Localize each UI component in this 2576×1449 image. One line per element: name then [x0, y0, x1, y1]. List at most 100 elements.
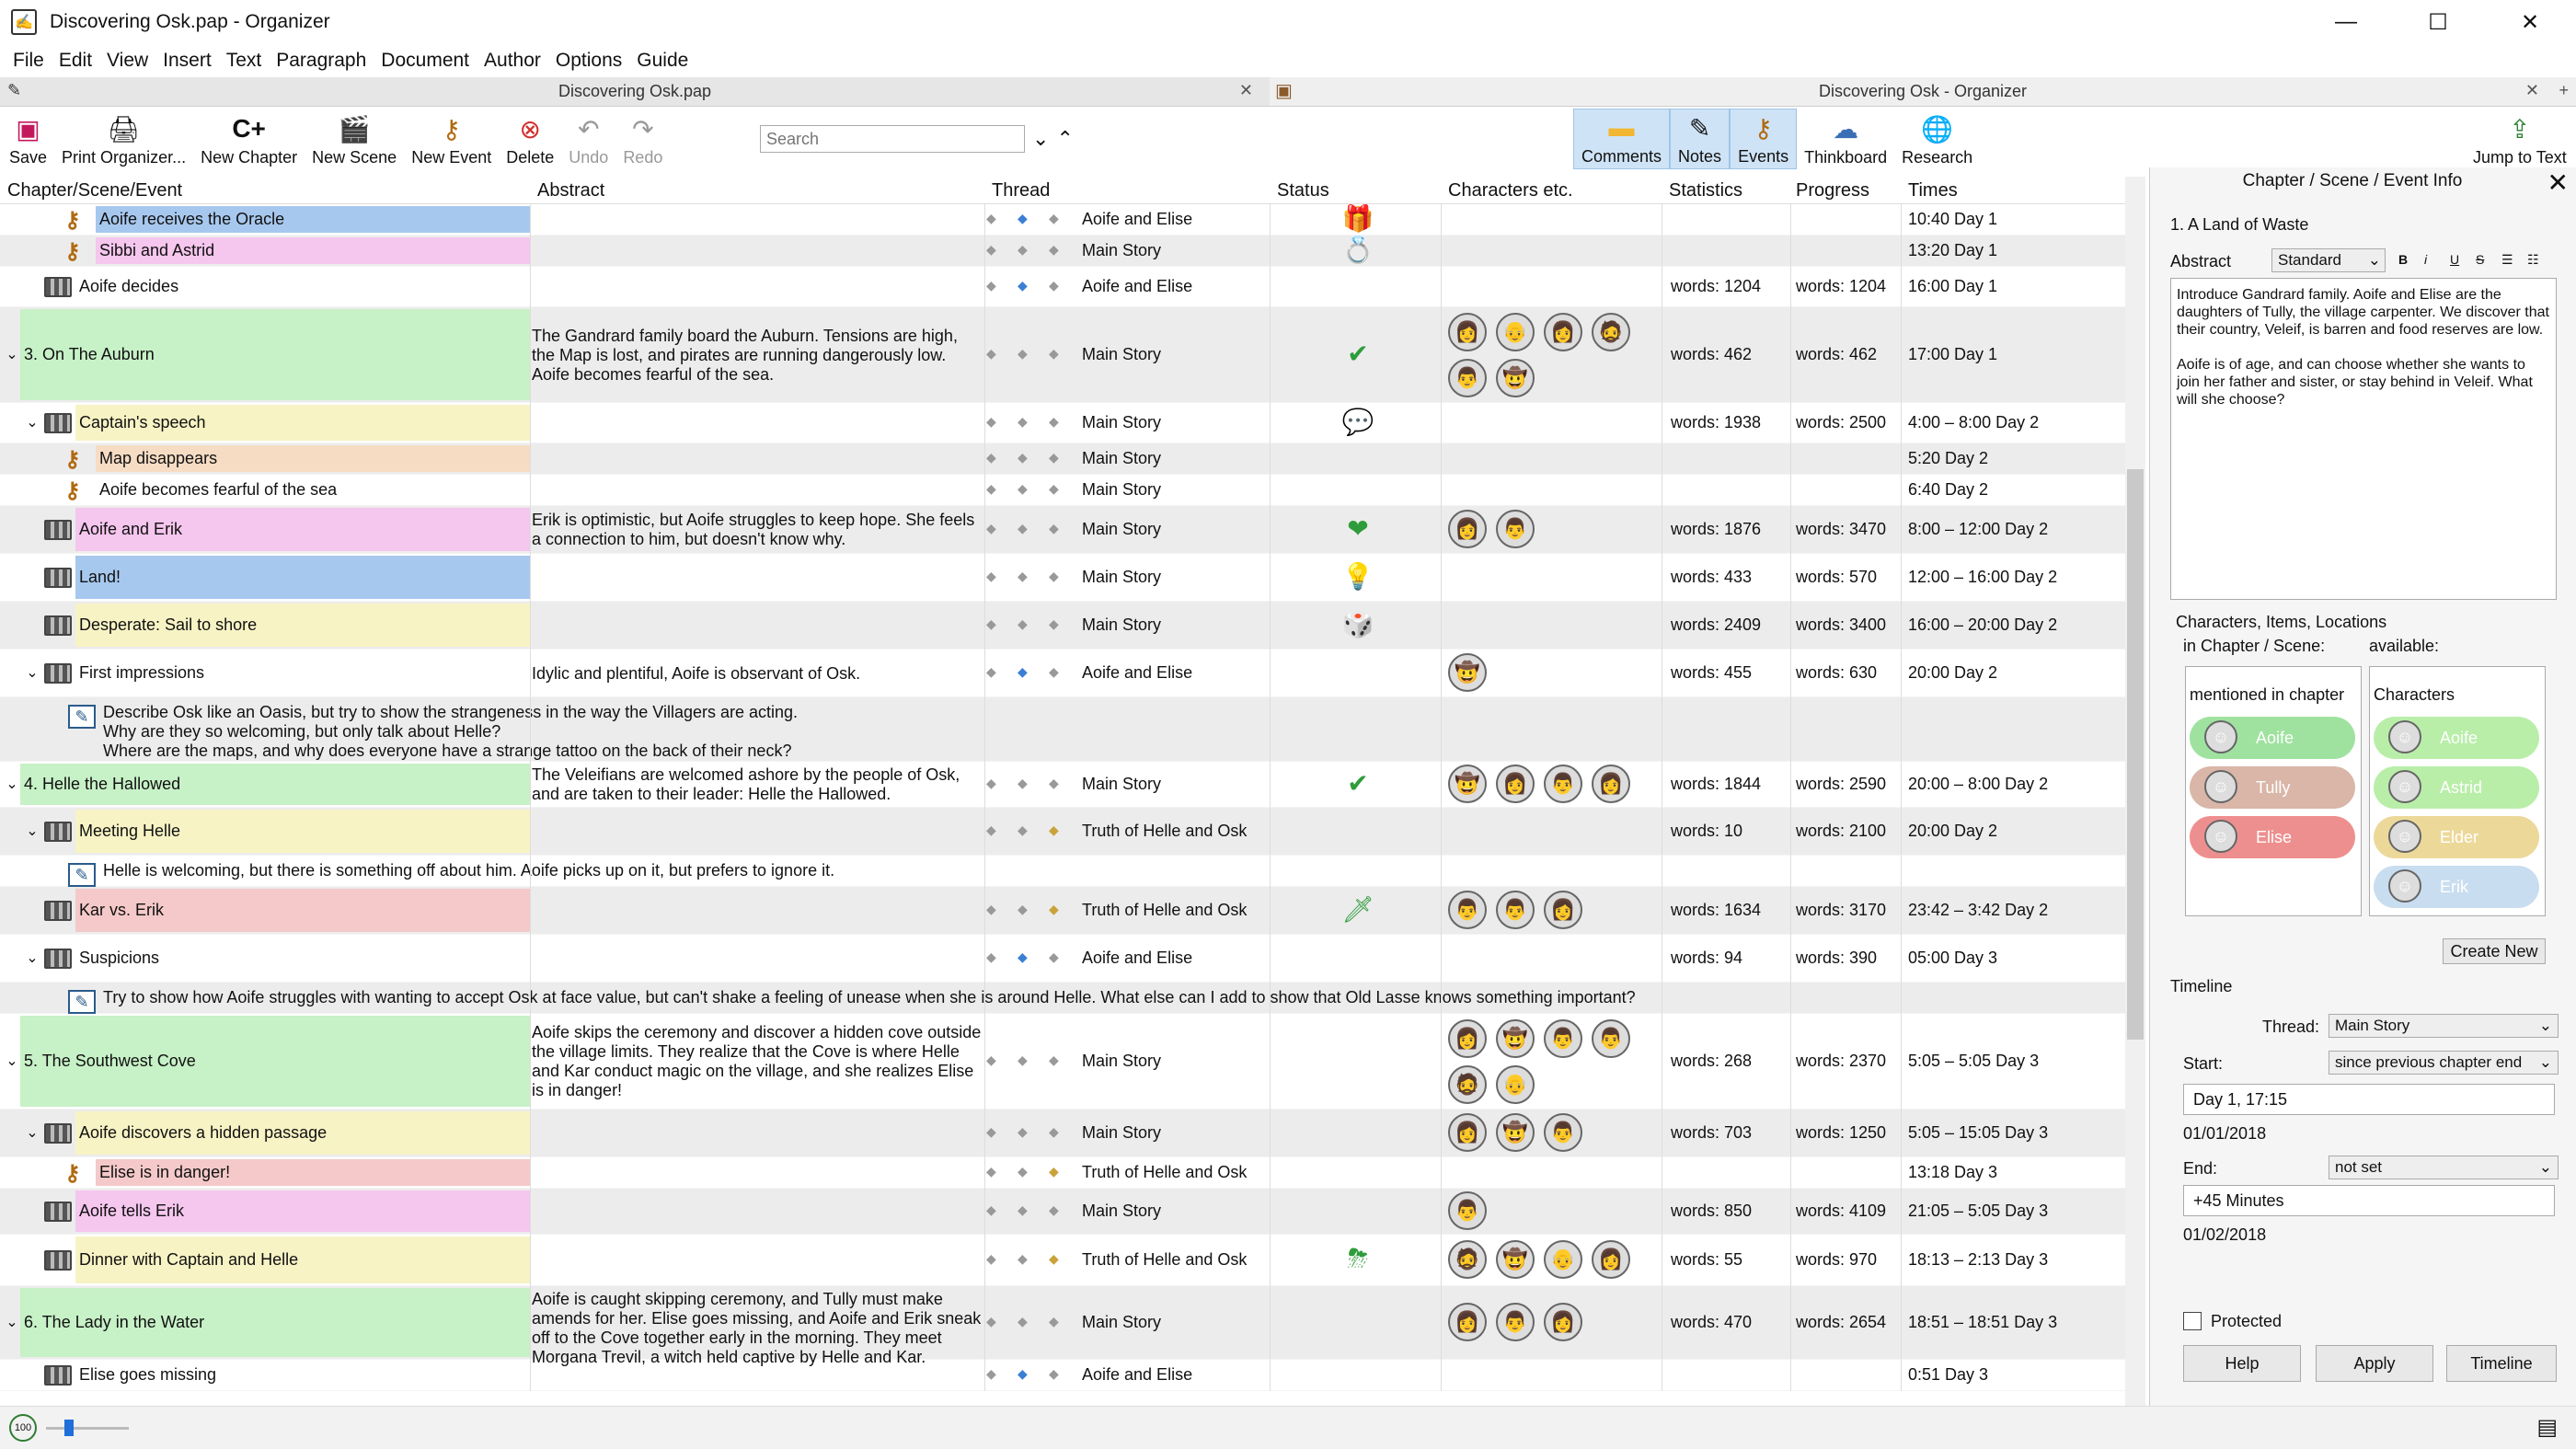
- character-chip[interactable]: ☺ Elder: [2374, 816, 2539, 858]
- thread-marker-icon[interactable]: ◆: [1049, 481, 1059, 497]
- character-avatar[interactable]: 👩: [1448, 1303, 1487, 1341]
- thread-marker-icon[interactable]: ◆: [1049, 346, 1059, 362]
- item-name[interactable]: Elise goes missing: [79, 1365, 216, 1385]
- menu-view[interactable]: View: [99, 50, 155, 72]
- scene-row[interactable]: Land! ◆ ◆ ◆ Main Story 💡 words: 433 words: 570 1…: [0, 554, 2125, 602]
- event-row[interactable]: ⚷ Map disappears ◆ ◆ ◆ Main Story 5:20 Day 2: [0, 443, 2125, 475]
- thread-marker-icon[interactable]: ◆: [1049, 949, 1059, 965]
- thread-marker-icon[interactable]: ◆: [986, 481, 996, 497]
- note-row[interactable]: ✎ Describe Osk like an Oasis, but try to …: [0, 697, 2125, 762]
- add-tab-icon[interactable]: +: [2559, 81, 2569, 100]
- character-avatar[interactable]: 👩: [1592, 1240, 1630, 1279]
- chapter-row[interactable]: ⌄ 5. The Southwest Cove Aoife skips the ce…: [0, 1014, 2125, 1110]
- character-avatar[interactable]: 👩: [1544, 1303, 1582, 1341]
- item-name[interactable]: Meeting Helle: [79, 822, 180, 841]
- character-avatar[interactable]: 👨: [1448, 359, 1487, 397]
- thinkboard-button[interactable]: ☁ Thinkboard: [1797, 109, 1894, 169]
- search-input[interactable]: [760, 125, 1025, 153]
- zoom-icon[interactable]: 100: [9, 1414, 37, 1442]
- bold-button[interactable]: B: [2398, 252, 2408, 267]
- col-statistics[interactable]: Statistics: [1669, 180, 1742, 201]
- close-tab-icon[interactable]: ✕: [1239, 81, 1253, 100]
- item-name[interactable]: Aoife decides: [79, 277, 178, 296]
- thread-marker-icon[interactable]: ◆: [1049, 450, 1059, 466]
- minimize-button[interactable]: —: [2300, 0, 2392, 44]
- thread-marker-icon[interactable]: ◆: [1018, 521, 1028, 536]
- thread-marker-icon[interactable]: ◆: [986, 1366, 996, 1382]
- thread-marker-icon[interactable]: ◆: [1018, 481, 1028, 497]
- item-name[interactable]: 5. The Southwest Cove: [24, 1052, 196, 1071]
- thread-marker-icon[interactable]: ◆: [986, 1314, 996, 1329]
- character-avatar[interactable]: 👨: [1496, 891, 1535, 929]
- character-avatar[interactable]: 👨: [1544, 1019, 1582, 1058]
- help-button[interactable]: Help: [2183, 1345, 2301, 1382]
- thread-marker-icon[interactable]: ◆: [986, 1124, 996, 1140]
- document-tab[interactable]: ✎ Discovering Osk.pap ✕: [0, 77, 1270, 107]
- col-characters[interactable]: Characters etc.: [1448, 180, 1573, 201]
- thread-marker-icon[interactable]: ◆: [986, 949, 996, 965]
- character-avatar[interactable]: 🧔: [1448, 1240, 1487, 1279]
- status-icon[interactable]: ✔: [1340, 768, 1376, 799]
- thread-marker-icon[interactable]: ◆: [1018, 414, 1028, 430]
- item-name[interactable]: 4. Helle the Hallowed: [24, 775, 180, 794]
- character-avatar[interactable]: 👨: [1592, 1019, 1630, 1058]
- item-name[interactable]: Captain's speech: [79, 413, 206, 432]
- thread-marker-icon[interactable]: ◆: [1018, 1124, 1028, 1140]
- scene-row[interactable]: ⌄ Meeting Helle ◆ ◆ ◆ Truth of Helle and Osk w…: [0, 808, 2125, 856]
- col-thread[interactable]: Thread: [992, 180, 1050, 201]
- item-name[interactable]: 3. On The Auburn: [24, 345, 155, 364]
- close-window-button[interactable]: ✕: [2484, 0, 2576, 44]
- character-chip[interactable]: ☺ Aoife: [2374, 717, 2539, 759]
- thread-marker-icon[interactable]: ◆: [1049, 414, 1059, 430]
- thread-marker-icon[interactable]: ◆: [986, 211, 996, 226]
- thread-marker-icon[interactable]: ◆: [986, 616, 996, 632]
- create-new-button[interactable]: Create New: [2443, 938, 2546, 964]
- thread-marker-icon[interactable]: ◆: [1049, 1251, 1059, 1267]
- thread-marker-icon[interactable]: ◆: [1018, 1052, 1028, 1068]
- thread-marker-icon[interactable]: ◆: [986, 902, 996, 917]
- scene-row[interactable]: Dinner with Captain and Helle ◆ ◆ ◆ Truth of…: [0, 1235, 2125, 1286]
- character-avatar[interactable]: 👴: [1496, 1065, 1535, 1104]
- thread-marker-icon[interactable]: ◆: [1018, 616, 1028, 632]
- item-name[interactable]: 6. The Lady in the Water: [24, 1313, 204, 1332]
- scene-row[interactable]: ⌄ Captain's speech ◆ ◆ ◆ Main Story 💬 words: 19…: [0, 403, 2125, 443]
- menu-guide[interactable]: Guide: [629, 50, 696, 72]
- protected-checkbox[interactable]: [2183, 1312, 2202, 1330]
- zoom-slider[interactable]: [46, 1427, 129, 1430]
- thread-marker-icon[interactable]: ◆: [1018, 450, 1028, 466]
- thread-marker-icon[interactable]: ◆: [1018, 1202, 1028, 1218]
- menu-options[interactable]: Options: [548, 50, 629, 72]
- status-icon[interactable]: 💍: [1340, 235, 1376, 265]
- events-toggle[interactable]: ⚷ Events: [1730, 109, 1798, 169]
- abstract-textarea[interactable]: Introduce Gandrard family. Aoife and Eli…: [2170, 278, 2557, 600]
- thread-marker-icon[interactable]: ◆: [1049, 902, 1059, 917]
- status-icon[interactable]: ✔: [1340, 339, 1376, 369]
- chapter-row[interactable]: ⌄ 6. The Lady in the Water Aoife is caught…: [0, 1286, 2125, 1366]
- zoom-slider-handle[interactable]: [64, 1420, 74, 1436]
- thread-marker-icon[interactable]: ◆: [1049, 278, 1059, 293]
- note-row[interactable]: ✎ Helle is welcoming, but there is someth…: [0, 856, 2125, 887]
- item-name[interactable]: Desperate: Sail to shore: [79, 615, 257, 635]
- character-avatar[interactable]: 🤠: [1448, 653, 1487, 692]
- search-next-icon[interactable]: ⌄: [1032, 127, 1049, 151]
- panel-close-icon[interactable]: ✕: [2547, 167, 2569, 198]
- mentioned-list[interactable]: mentioned in chapter ☺ Aoife ☺ Tully ☺ Elise: [2185, 666, 2362, 916]
- character-avatar[interactable]: 👨: [1496, 1303, 1535, 1341]
- available-list[interactable]: Characters ☺Aoife ☺Astrid ☺Elder ☺Erik ☺Enok: [2369, 666, 2546, 916]
- item-name[interactable]: Suspicions: [79, 949, 159, 968]
- event-row[interactable]: ⚷ Sibbi and Astrid ◆ ◆ ◆ Main Story 💍 13:20 Day…: [0, 236, 2125, 267]
- scrollbar-thumb[interactable]: [2127, 469, 2144, 1040]
- col-progress[interactable]: Progress: [1796, 180, 1869, 201]
- jump-to-text-button[interactable]: ⇪ Jump to Text: [2466, 109, 2574, 169]
- character-avatar[interactable]: 👩: [1544, 891, 1582, 929]
- thread-marker-icon[interactable]: ◆: [1018, 1164, 1028, 1179]
- item-name[interactable]: First impressions: [79, 663, 204, 683]
- scene-row[interactable]: Aoife decides ◆ ◆ ◆ Aoife and Elise words: 12…: [0, 267, 2125, 307]
- thread-marker-icon[interactable]: ◆: [986, 1202, 996, 1218]
- thread-marker-icon[interactable]: ◆: [1018, 569, 1028, 584]
- character-avatar[interactable]: 🤠: [1496, 1019, 1535, 1058]
- thread-marker-icon[interactable]: ◆: [986, 822, 996, 838]
- start-input[interactable]: Day 1, 17:15: [2183, 1084, 2555, 1115]
- character-avatar[interactable]: 👴: [1496, 313, 1535, 351]
- item-name[interactable]: Map disappears: [99, 449, 217, 468]
